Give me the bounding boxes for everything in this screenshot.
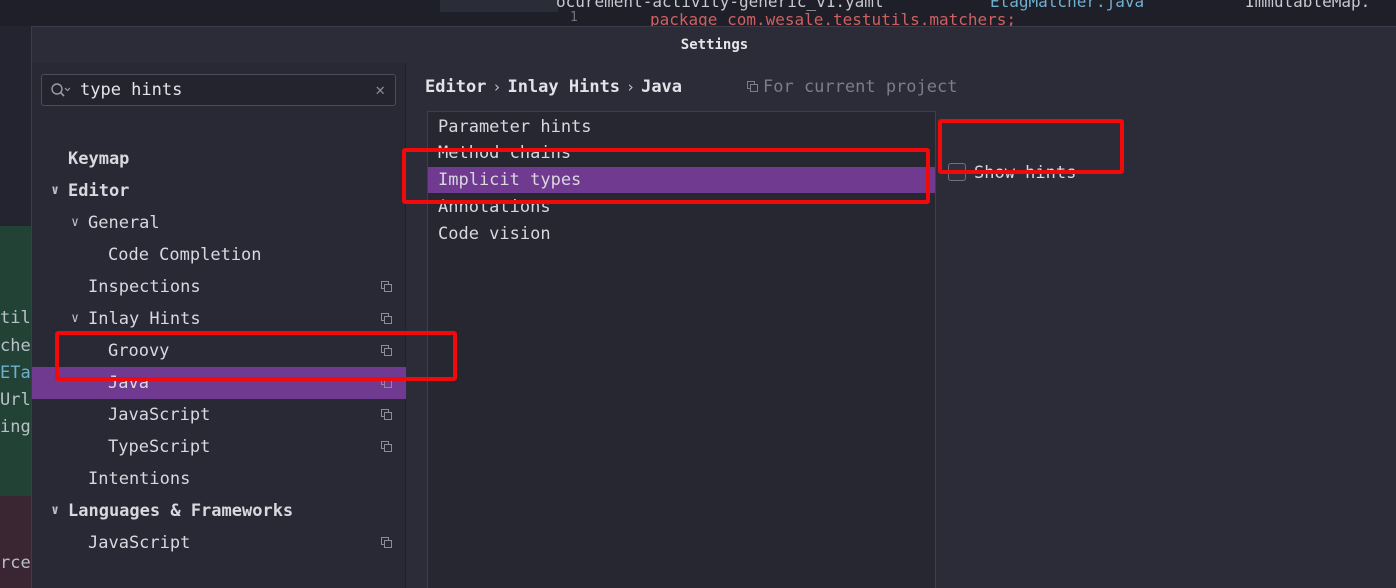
project-scope-icon [381, 345, 392, 356]
tree-item-javascript[interactable]: JavaScript [32, 399, 406, 431]
project-scope-icon [747, 81, 759, 93]
breadcrumb-separator: › [626, 78, 636, 96]
tree-item-inspections[interactable]: Inspections [32, 271, 406, 303]
tree-item-label: TypeScript [108, 437, 211, 457]
dialog-title: Settings [680, 37, 749, 53]
tree-item-label: Keymap [68, 149, 130, 169]
settings-sidebar: ✕ Keymap ∨ Editor ∨ General Code Complet… [32, 63, 406, 588]
tree-item-typescript[interactable]: TypeScript [32, 431, 406, 463]
ide-tab-immutablemap[interactable]: ImmutableMap. [1245, 0, 1370, 11]
breadcrumb-item[interactable]: Inlay Hints [507, 77, 620, 97]
tree-item-label: General [88, 213, 160, 233]
settings-search[interactable]: ✕ [41, 74, 396, 106]
tree-item-intentions[interactable]: Intentions [32, 463, 406, 495]
chevron-down-icon[interactable]: ∨ [48, 495, 62, 527]
tree-item-general[interactable]: ∨ General [32, 207, 406, 239]
tree-item-label: Inspections [88, 277, 201, 297]
code-fragment: ing [0, 417, 31, 437]
project-scope-icon [381, 281, 392, 292]
breadcrumb: Editor › Inlay Hints › Java [425, 73, 682, 101]
tree-item-label: Code Completion [108, 245, 262, 265]
tree-item-keymap[interactable]: Keymap [32, 143, 406, 175]
list-item-method-chains[interactable]: Method chains [428, 140, 935, 166]
breadcrumb-item: Java [641, 77, 683, 97]
tree-item-label: Languages & Frameworks [68, 501, 294, 521]
ide-tab-bar: ocurement-activity-generic_v1.yaml EtagM… [0, 0, 1396, 29]
list-item-annotations[interactable]: Annotations [428, 194, 935, 220]
clear-search-icon[interactable]: ✕ [375, 80, 385, 99]
tree-item-groovy[interactable]: Groovy [32, 335, 406, 367]
search-input[interactable] [80, 78, 360, 102]
tree-item-inlay-hints[interactable]: ∨ Inlay Hints [32, 303, 406, 335]
code-fragment: ETag [0, 363, 32, 383]
tree-item-label: JavaScript [88, 533, 191, 553]
tree-item-lang-javascript[interactable]: JavaScript [32, 527, 406, 559]
list-item-implicit-types[interactable]: Implicit types [428, 167, 935, 193]
tree-item-label: Inlay Hints [88, 309, 201, 329]
line-number: 1 [570, 10, 578, 25]
breadcrumb-separator: › [492, 78, 502, 96]
project-scope-icon [381, 441, 392, 452]
tree-item-label: Groovy [108, 341, 170, 361]
ide-diff-added [0, 226, 32, 496]
settings-content: Editor › Inlay Hints › Java For current proj… [407, 63, 1396, 588]
tree-item-editor[interactable]: ∨ Editor [32, 175, 406, 207]
list-item-code-vision[interactable]: Code vision [428, 221, 935, 247]
chevron-down-icon[interactable]: ∨ [48, 175, 62, 207]
show-hints-checkbox[interactable] [948, 163, 966, 181]
chevron-down-icon[interactable]: ∨ [68, 207, 82, 239]
list-item-parameter-hints[interactable]: Parameter hints [428, 114, 935, 140]
search-icon[interactable] [50, 82, 70, 98]
project-scope-icon [381, 313, 392, 324]
code-fragment: che [0, 336, 31, 356]
project-scope-icon [381, 409, 392, 420]
scope-label: For current project [763, 77, 958, 97]
scope-indicator: For current project [747, 73, 957, 101]
code-fragment: rce [0, 553, 31, 573]
tree-item-label: Java [108, 373, 149, 393]
show-hints-label[interactable]: Show hints [974, 161, 1076, 185]
code-fragment: UrlM [0, 390, 32, 410]
tree-item-label: Editor [68, 181, 130, 201]
tree-item-code-completion[interactable]: Code Completion [32, 239, 406, 271]
tree-item-label: JavaScript [108, 405, 211, 425]
tree-item-java[interactable]: Java [32, 367, 406, 399]
code-fragment: til [0, 308, 31, 328]
tree-item-label: Intentions [88, 469, 191, 489]
hint-types-list[interactable]: Parameter hints Method chains Implicit t… [427, 111, 936, 588]
project-scope-icon [381, 377, 392, 388]
chevron-down-icon[interactable]: ∨ [68, 303, 82, 335]
project-scope-icon [381, 537, 392, 548]
breadcrumb-item[interactable]: Editor [425, 77, 486, 97]
tree-item-languages-frameworks[interactable]: ∨ Languages & Frameworks [32, 495, 406, 527]
ide-diff-removed [0, 496, 32, 588]
settings-dialog: Settings ✕ Keymap ∨ Editor ∨ General Cod… [31, 26, 1396, 588]
